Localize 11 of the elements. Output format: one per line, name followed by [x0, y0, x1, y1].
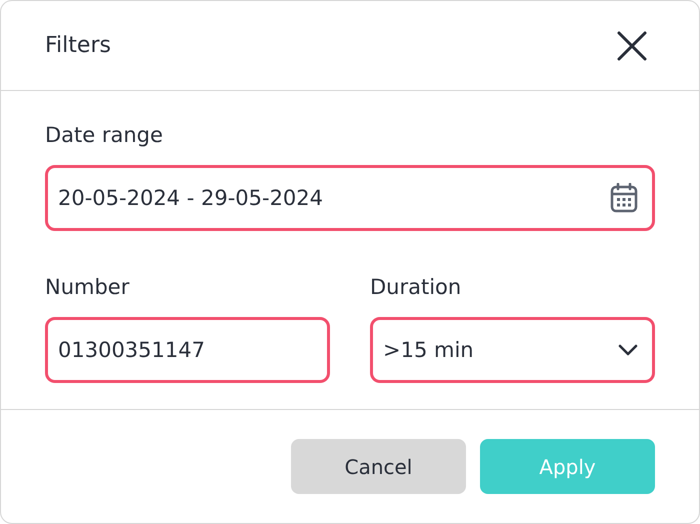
input-field[interactable]: 01300351147 [45, 317, 330, 383]
field-label: Number [45, 275, 130, 299]
calendar-icon [610, 183, 638, 213]
field-label: Date range [45, 123, 164, 147]
field-label: Duration [370, 275, 462, 299]
duration-dropdown[interactable]: >15 min [370, 317, 655, 383]
chevron-down-icon [618, 344, 638, 356]
close-icon[interactable] [617, 30, 647, 60]
date-range-field[interactable]: 20-05-2024 - 29-05-2024 [45, 165, 655, 231]
cancel-button[interactable]: Cancel [291, 439, 466, 494]
dialog-title: Filters [45, 33, 111, 58]
